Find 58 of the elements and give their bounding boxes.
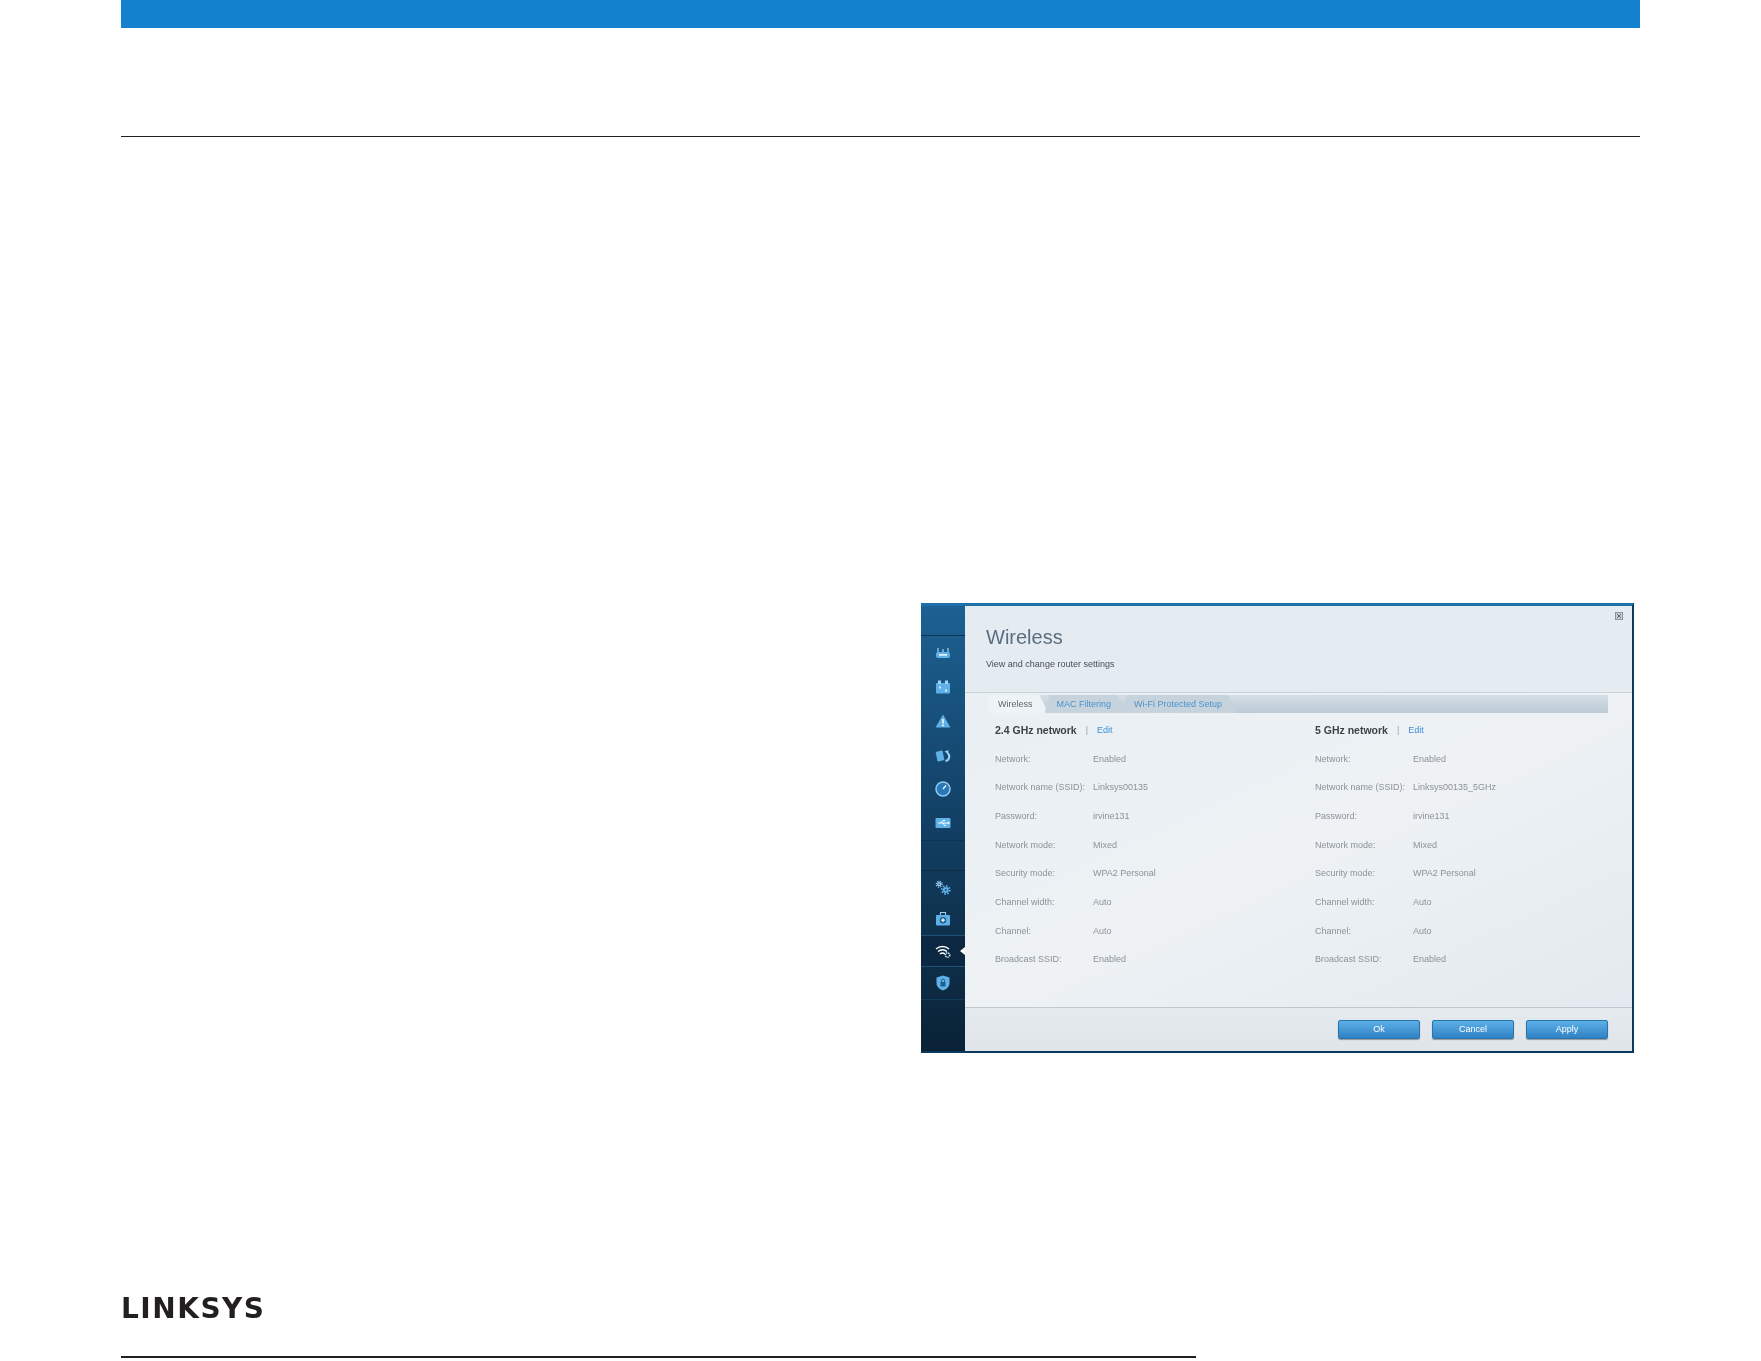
page-title: Wireless — [986, 625, 1063, 649]
close-icon[interactable] — [1615, 612, 1623, 620]
field-value: Enabled — [1093, 752, 1127, 766]
warning-icon — [935, 714, 951, 728]
field-value: Enabled — [1413, 953, 1447, 967]
field-value: Mixed — [1093, 838, 1117, 852]
field-value: irvine131 — [1413, 809, 1450, 823]
field-value: Auto — [1093, 924, 1112, 938]
field-label: Channel: — [1315, 924, 1353, 938]
field-label: Channel: — [995, 924, 1033, 938]
refresh-icon — [935, 747, 951, 763]
field-label: Password: — [995, 809, 1039, 823]
field-label: Network mode: — [1315, 838, 1377, 852]
section-title: 5 GHz network — [1315, 723, 1388, 739]
apply-button[interactable]: Apply — [1526, 1020, 1608, 1039]
gears-icon — [935, 879, 951, 895]
sidebar-item[interactable] — [921, 935, 965, 967]
ok-button[interactable]: Ok — [1338, 1020, 1420, 1039]
wifi-gear-icon — [935, 944, 951, 958]
field-label: Security mode: — [1315, 867, 1377, 881]
field-label: Security mode: — [995, 867, 1057, 881]
page-subtitle: View and change router settings — [986, 659, 1115, 669]
field-label: Network name (SSID): — [995, 781, 1087, 795]
section-title: 2.4 GHz network — [995, 723, 1077, 739]
field-value: Auto — [1413, 924, 1432, 938]
field-value: Linksys00135_5GHz — [1413, 781, 1497, 795]
usb-icon — [935, 817, 951, 829]
field-label: Network: — [995, 752, 1032, 766]
field-value: Auto — [1413, 896, 1432, 910]
field-value: Enabled — [1413, 752, 1447, 766]
router-icon — [935, 647, 951, 659]
shield-lock-icon — [936, 975, 950, 991]
field-label: Channel width: — [995, 896, 1056, 910]
medical-kit-icon — [935, 912, 951, 926]
field-label: Broadcast SSID: — [995, 953, 1063, 967]
brand-logo: LINKSYS — [121, 1297, 266, 1320]
field-value: WPA2 Personal — [1093, 867, 1156, 881]
pipe-separator: | — [1085, 724, 1089, 738]
field-value: irvine131 — [1093, 809, 1130, 823]
calendar-icon — [935, 680, 951, 694]
field-label: Network name (SSID): — [1315, 781, 1407, 795]
field-value: Linksys00135 — [1093, 781, 1149, 795]
cancel-button[interactable]: Cancel — [1432, 1020, 1514, 1039]
field-label: Network mode: — [995, 838, 1057, 852]
field-label: Channel width: — [1315, 896, 1376, 910]
field-label: Password: — [1315, 809, 1359, 823]
selection-pointer-icon — [960, 947, 965, 955]
gauge-icon — [935, 781, 951, 797]
tab[interactable]: Wi-Fi Protected Setup — [1122, 695, 1238, 713]
edit-link[interactable]: Edit — [1408, 724, 1424, 738]
pipe-separator: | — [1396, 724, 1400, 738]
field-label: Broadcast SSID: — [1315, 953, 1383, 967]
field-value: Auto — [1093, 896, 1112, 910]
field-value: Mixed — [1413, 838, 1437, 852]
field-label: Network: — [1315, 752, 1352, 766]
edit-link[interactable]: Edit — [1097, 724, 1113, 738]
field-value: WPA2 Personal — [1413, 867, 1476, 881]
field-value: Enabled — [1093, 953, 1127, 967]
